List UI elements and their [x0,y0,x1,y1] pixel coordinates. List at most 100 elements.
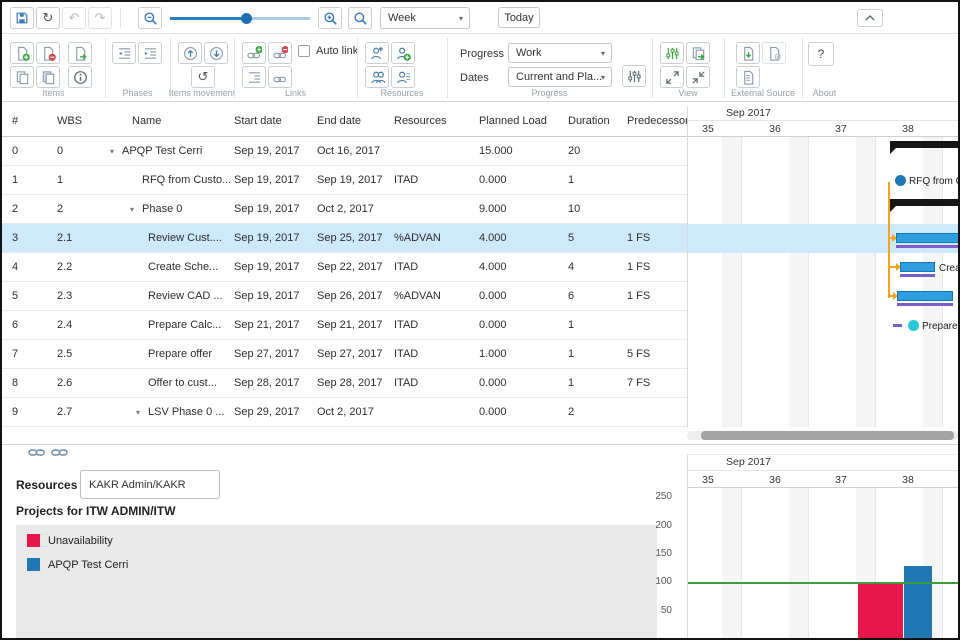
refresh-icon: ↻ [42,10,54,26]
table-row[interactable]: 5 2.3 Review CAD ... Sep 19, 2017 Sep 26… [2,282,687,311]
save-button[interactable] [10,7,34,29]
col-header-duration[interactable]: Duration [565,115,625,127]
cell-wbs: 2.4 [57,319,73,331]
row-expand-caret-icon[interactable]: ▾ [136,408,148,417]
remove-item-button[interactable] [36,42,60,64]
refresh-button[interactable]: ↻ [36,7,60,29]
help-button[interactable]: ? [808,42,834,66]
collapse-all-button[interactable] [686,66,710,88]
circle-up-icon [183,46,197,60]
scrollbar-thumb[interactable] [701,431,954,440]
table-row[interactable]: 0 0 ▾ APQP Test Cerri Sep 19, 2017 Oct 16… [2,137,687,166]
legend-swatch-unavailability [27,534,40,547]
outdent-phase-button[interactable] [112,42,136,64]
progress-type-select[interactable]: Work ▾ [508,43,612,63]
gantt-horizontal-scrollbar[interactable] [687,431,958,440]
zoom-slider[interactable] [170,7,310,29]
chain-link-icon[interactable] [28,447,45,458]
col-header-end-date[interactable]: End date [315,115,392,127]
table-row[interactable]: 6 2.4 Prepare Calc... Sep 21, 2017 Sep 2… [2,311,687,340]
collapse-toolbar-button[interactable] [857,9,883,27]
add-item-button[interactable] [10,42,34,64]
cell-resources: ITAD [394,319,419,331]
summary-bar-cap [890,206,896,212]
table-row[interactable]: 2 2 ▾ Phase 0 Sep 19, 2017 Oct 2, 2017 9.… [2,195,687,224]
progress-settings-button[interactable] [622,65,646,87]
task-bar-selected[interactable] [896,233,958,243]
row-expand-caret-icon[interactable]: ▾ [130,205,142,214]
external-doc-button[interactable] [736,66,760,88]
col-header-num[interactable]: # [2,115,57,127]
add-resource-button[interactable] [391,42,415,64]
group-label-view: View [678,88,698,98]
link-type-button-2[interactable] [268,66,292,88]
gantt-application: ↻ ↶ ↷ Week ▾ Today Items Phases ↺ Items … [0,0,960,640]
cell-wbs: 2.6 [57,377,73,389]
milestone-marker[interactable] [908,320,919,331]
refresh-items-button[interactable]: ↺ [191,66,215,88]
task-bar[interactable] [897,291,953,301]
task-name: Review CAD ... [148,290,223,302]
milestone-marker[interactable] [895,175,906,186]
table-row[interactable]: 1 1 RFQ from Custo... Sep 19, 2017 Sep 1… [2,166,687,195]
resources-view-button[interactable] [365,66,389,88]
filter-view-button[interactable] [660,42,684,64]
col-header-planned-load[interactable]: Planned Load [477,115,565,127]
import-external-button[interactable] [736,42,760,64]
move-item-up-button[interactable] [178,42,202,64]
cell-wbs: 2.5 [57,348,73,360]
histogram-month-label: Sep 2017 [726,456,771,468]
paste-icon [42,70,54,84]
table-row[interactable]: 8 2.6 Offer to cust... Sep 28, 2017 Sep … [2,369,687,398]
cell-name: Review CAD ... [102,290,232,302]
item-info-button[interactable] [68,66,92,88]
remove-item-icon [43,46,56,61]
legend-item: Unavailability [27,534,113,547]
chain-link-icon-2[interactable] [51,447,68,458]
legend-label: APQP Test Cerri [48,558,129,571]
copy-item-button[interactable] [10,66,34,88]
col-header-name[interactable]: Name [102,115,232,127]
cell-wbs: 2.2 [57,261,73,273]
table-row[interactable]: 7 2.5 Prepare offer Sep 27, 2017 Sep 27,… [2,340,687,369]
col-header-resources[interactable]: Resources [392,115,477,127]
auto-link-checkbox[interactable] [298,45,310,57]
add-link-button[interactable] [242,42,266,64]
table-row[interactable]: 9 2.7 ▾ LSV Phase 0 ... Sep 29, 2017 Oct … [2,398,687,427]
timescale-select[interactable]: Week ▾ [380,7,470,29]
external-settings-button[interactable] [762,42,786,64]
zoom-slider-handle[interactable] [241,13,252,24]
link-type-button-1[interactable] [242,66,266,88]
expand-all-button[interactable] [660,66,684,88]
zoom-fit-button[interactable] [348,7,372,29]
resource-list-button[interactable] [391,66,415,88]
row-expand-caret-icon[interactable]: ▾ [110,147,122,156]
zoom-in-button[interactable] [318,7,342,29]
cell-wbs: 2.3 [57,290,73,302]
move-item-button[interactable] [68,42,92,64]
move-item-down-button[interactable] [204,42,228,64]
remove-link-button[interactable] [268,42,292,64]
dates-select[interactable]: Current and Pla... ▾ [508,67,612,87]
zoom-out-button[interactable] [138,7,162,29]
col-header-start-date[interactable]: Start date [232,115,315,127]
summary-bar[interactable] [890,141,958,148]
resource-select[interactable]: KAKR Admin/KAKR [80,470,220,499]
zoom-in-icon [323,11,337,25]
today-button[interactable]: Today [498,7,540,28]
y-axis-tick: 200 [655,520,672,531]
paste-item-button[interactable] [36,66,60,88]
table-row[interactable]: 4 2.2 Create Sche... Sep 19, 2017 Sep 22… [2,253,687,282]
summary-bar[interactable] [890,199,958,206]
task-bar[interactable] [900,262,935,272]
col-header-wbs[interactable]: WBS [57,115,102,127]
export-view-button[interactable] [686,42,710,64]
redo-button[interactable]: ↷ [88,7,112,29]
assign-resource-button[interactable] [365,42,389,64]
col-header-predecessors[interactable]: Predecessors [625,115,687,127]
cell-load: 4.000 [479,261,507,273]
table-row-selected[interactable]: 3 2.1 Review Cust.... Sep 19, 2017 Sep 2… [2,224,687,253]
indent-phase-button[interactable] [138,42,162,64]
undo-button[interactable]: ↶ [62,7,86,29]
cell-name: Review Cust.... [102,232,232,244]
